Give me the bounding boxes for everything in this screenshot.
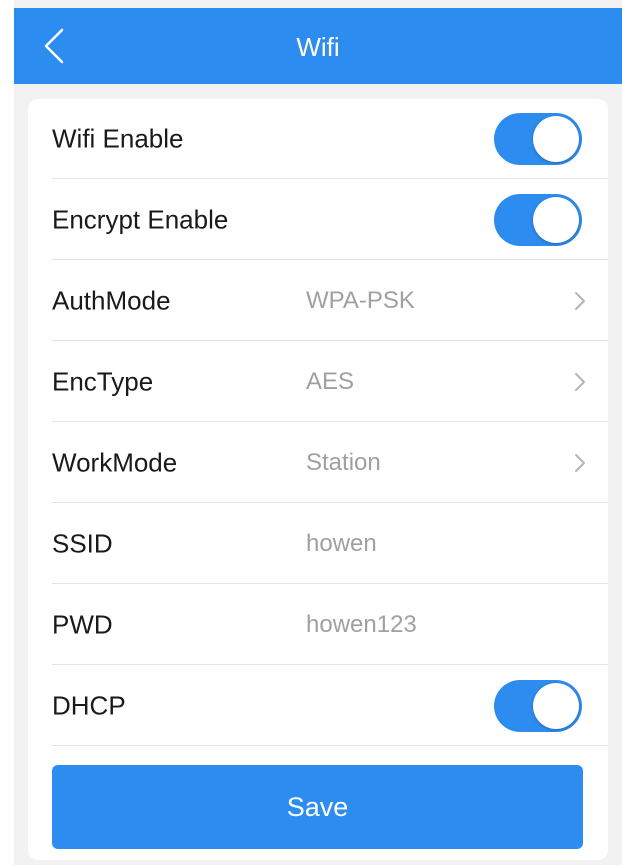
ssid-label: SSID xyxy=(52,528,113,558)
setting-row-dhcp: DHCP xyxy=(52,666,608,746)
encrypt-enable-label: Encrypt Enable xyxy=(52,204,229,234)
settings-card: Wifi Enable Encrypt Enable AuthMode WPA-… xyxy=(28,99,608,860)
encrypt-enable-toggle[interactable] xyxy=(494,193,582,246)
setting-row-encrypt-enable: Encrypt Enable xyxy=(52,180,608,260)
setting-row-wifi-enable: Wifi Enable xyxy=(52,99,608,179)
page-title: Wifi xyxy=(296,32,340,62)
setting-row-pwd[interactable]: PWD howen123 xyxy=(52,585,608,665)
save-button[interactable]: Save xyxy=(52,765,583,849)
enc-type-value: AES xyxy=(306,367,355,395)
setting-row-auth-mode[interactable]: AuthMode WPA-PSK xyxy=(52,261,608,341)
toggle-knob xyxy=(533,115,579,162)
pwd-field[interactable]: howen123 xyxy=(306,611,417,639)
wifi-enable-toggle[interactable] xyxy=(494,112,582,165)
dhcp-toggle[interactable] xyxy=(494,679,582,732)
chevron-right-icon xyxy=(574,372,586,392)
top-bar: Wifi xyxy=(14,8,622,84)
chevron-right-icon xyxy=(574,453,586,473)
setting-row-work-mode[interactable]: WorkMode Station xyxy=(52,423,608,503)
toggle-knob xyxy=(533,196,579,243)
auth-mode-value: WPA-PSK xyxy=(306,286,415,314)
setting-row-ssid[interactable]: SSID howen xyxy=(52,504,608,584)
work-mode-label: WorkMode xyxy=(52,447,178,477)
enc-type-label: EncType xyxy=(52,366,154,396)
dhcp-label: DHCP xyxy=(52,690,126,720)
setting-row-enc-type[interactable]: EncType AES xyxy=(52,342,608,422)
chevron-right-icon xyxy=(574,291,586,311)
toggle-knob xyxy=(533,682,579,729)
auth-mode-label: AuthMode xyxy=(52,285,171,315)
pwd-label: PWD xyxy=(52,609,113,639)
work-mode-value: Station xyxy=(306,448,381,476)
wifi-enable-label: Wifi Enable xyxy=(52,123,184,153)
ssid-field[interactable]: howen xyxy=(306,530,377,558)
